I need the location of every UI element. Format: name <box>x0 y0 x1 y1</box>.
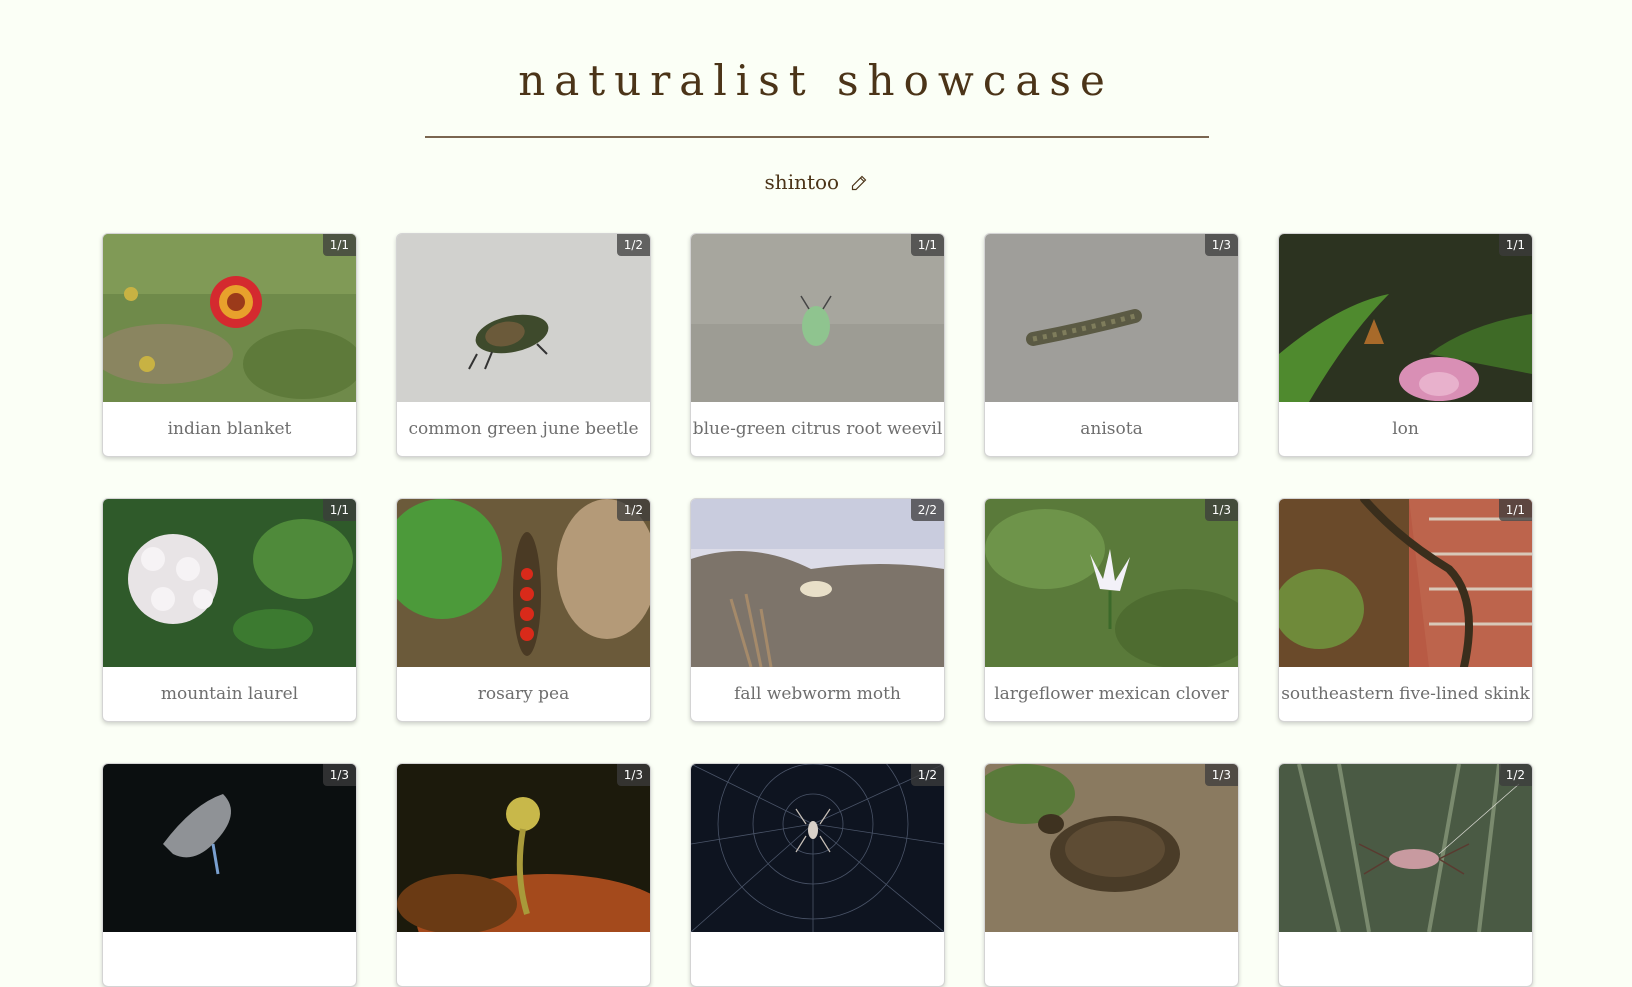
observation-photo <box>397 764 650 932</box>
observation-card[interactable]: 1/3 <box>396 763 651 987</box>
observation-card[interactable]: 1/3 anisota <box>984 233 1239 457</box>
observation-card[interactable]: 1/1 blue-green citrus root weevil <box>690 233 945 457</box>
photo-count-badge: 1/2 <box>910 764 944 786</box>
photo-count-badge: 2/2 <box>910 499 944 521</box>
photo-count-badge: 1/2 <box>1498 764 1532 786</box>
observation-card[interactable]: 1/2 common green june beetle <box>396 233 651 457</box>
photo-count-badge: 1/3 <box>1204 234 1238 256</box>
observation-name <box>1279 932 1532 986</box>
observation-card[interactable]: 1/1 mountain laurel <box>102 498 357 722</box>
observation-card[interactable]: 1/3 <box>102 763 357 987</box>
observation-name: southeastern five-lined skink <box>1281 684 1530 704</box>
observation-grid: 1/1 indian blanket 1/2 common green june… <box>0 0 1632 987</box>
observation-photo <box>1279 234 1532 402</box>
photo-count-badge: 1/3 <box>322 764 356 786</box>
photo-count-badge: 1/2 <box>616 499 650 521</box>
photo-count-badge: 1/1 <box>1498 499 1532 521</box>
observation-name: largeflower mexican clover <box>994 684 1229 704</box>
photo-count-badge: 1/1 <box>1498 234 1532 256</box>
observation-photo <box>1279 764 1532 932</box>
photo-count-badge: 1/1 <box>322 499 356 521</box>
observation-card[interactable]: 1/1 indian blanket <box>102 233 357 457</box>
observation-photo <box>691 499 944 667</box>
observation-name: fall webworm moth <box>734 684 901 704</box>
observation-name: mountain laurel <box>160 684 299 704</box>
observation-name: indian blanket <box>167 419 292 439</box>
observation-photo <box>397 499 650 667</box>
observation-card[interactable]: 2/2 fall webworm moth <box>690 498 945 722</box>
observation-name: anisota <box>1080 419 1143 439</box>
observation-card[interactable]: 1/3 <box>984 763 1239 987</box>
observation-name: lon <box>1392 419 1419 439</box>
observation-card[interactable]: 1/2 <box>1278 763 1533 987</box>
observation-name: common green june beetle <box>408 419 639 439</box>
observation-name <box>103 932 356 986</box>
observation-photo <box>103 764 356 932</box>
observation-name: blue-green citrus root weevil <box>692 419 943 439</box>
observation-photo <box>103 234 356 402</box>
observation-card[interactable]: 1/1 southeastern five-lined skink <box>1278 498 1533 722</box>
observation-photo <box>103 499 356 667</box>
observation-card[interactable]: 1/1 lon <box>1278 233 1533 457</box>
observation-card[interactable]: 1/2 <box>690 763 945 987</box>
observation-name <box>397 932 650 986</box>
observation-card[interactable]: 1/3 largeflower mexican clover <box>984 498 1239 722</box>
observation-name: rosary pea <box>477 684 570 704</box>
photo-count-badge: 1/3 <box>1204 764 1238 786</box>
observation-name <box>691 932 944 986</box>
observation-photo <box>691 234 944 402</box>
photo-count-badge: 1/1 <box>910 234 944 256</box>
photo-count-badge: 1/3 <box>616 764 650 786</box>
photo-count-badge: 1/2 <box>616 234 650 256</box>
observation-photo <box>1279 499 1532 667</box>
observation-photo <box>985 764 1238 932</box>
observation-photo <box>985 234 1238 402</box>
observation-photo <box>397 234 650 402</box>
photo-count-badge: 1/1 <box>322 234 356 256</box>
observation-photo <box>985 499 1238 667</box>
observation-card[interactable]: 1/2 rosary pea <box>396 498 651 722</box>
photo-count-badge: 1/3 <box>1204 499 1238 521</box>
observation-photo <box>691 764 944 932</box>
observation-name <box>985 932 1238 986</box>
